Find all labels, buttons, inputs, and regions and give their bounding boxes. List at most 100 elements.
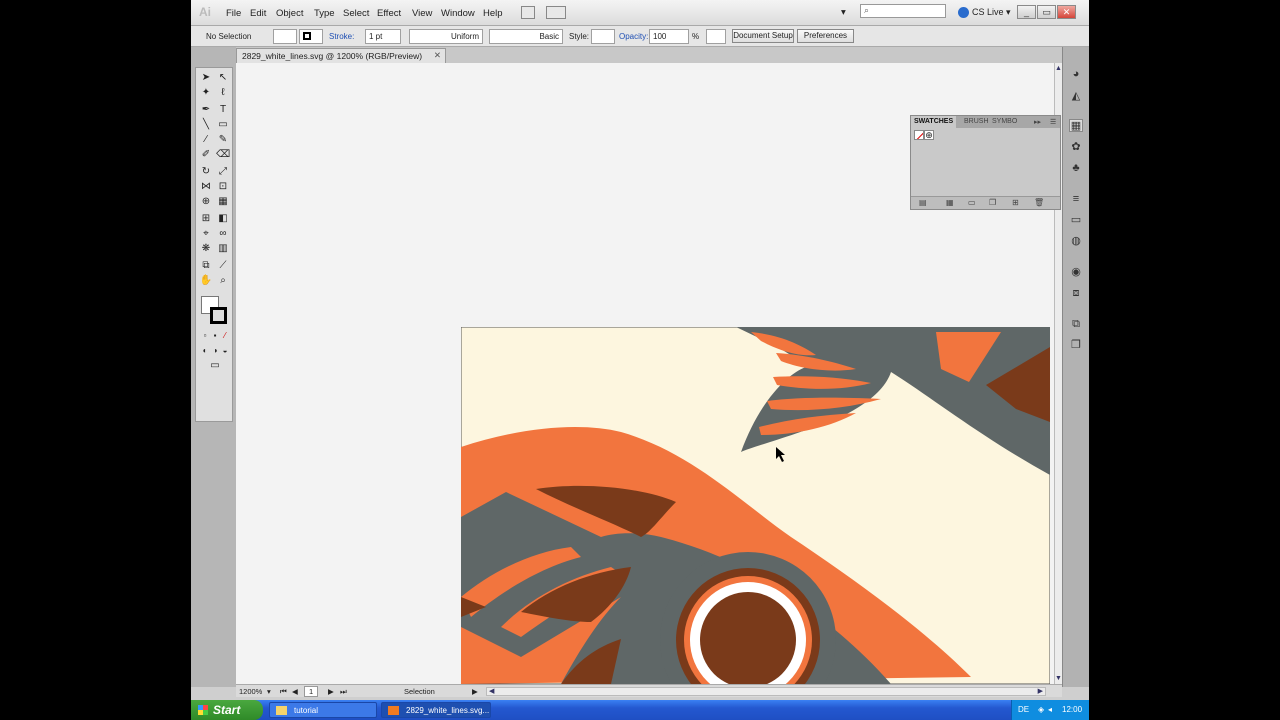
- menu-effect[interactable]: Effect: [377, 8, 401, 19]
- draw-inside-icon[interactable]: ◒: [218, 344, 232, 357]
- artboard-number[interactable]: 1: [304, 686, 319, 697]
- lasso-icon[interactable]: ℓ: [216, 86, 230, 99]
- close-button[interactable]: ✕: [1057, 5, 1076, 19]
- blend-icon[interactable]: ∞: [216, 227, 230, 240]
- swatch-libraries-icon[interactable]: ▤: [919, 198, 927, 207]
- artboard[interactable]: [461, 327, 1050, 684]
- menu-type[interactable]: Type: [314, 8, 335, 19]
- brush-definition[interactable]: Basic: [489, 29, 563, 44]
- eyedropper-icon[interactable]: ⌖: [199, 227, 213, 240]
- line-tool-icon[interactable]: ╲: [199, 118, 213, 131]
- transparency-panel-icon[interactable]: ◍: [1069, 235, 1083, 248]
- document-tab[interactable]: 2829_white_lines.svg @ 1200% (RGB/Previe…: [236, 48, 446, 63]
- first-artboard-icon[interactable]: ⏮: [280, 687, 287, 697]
- menu-edit[interactable]: Edit: [250, 8, 266, 19]
- width-tool-icon[interactable]: ⋈: [199, 180, 213, 193]
- stroke-weight-field[interactable]: 1 pt: [365, 29, 401, 44]
- gradient-panel-icon[interactable]: ▭: [1069, 214, 1083, 227]
- stroke-panel-icon[interactable]: ≡: [1069, 193, 1083, 206]
- scale-icon[interactable]: ⤢: [216, 165, 230, 178]
- minimize-button[interactable]: _: [1017, 5, 1036, 19]
- symbols-panel-icon[interactable]: ♣: [1069, 162, 1083, 175]
- search-help-input[interactable]: ⌕: [860, 4, 946, 18]
- menu-view[interactable]: View: [412, 8, 432, 19]
- zoom-dropdown-icon[interactable]: ▾: [267, 687, 271, 696]
- graphic-style-picker[interactable]: [591, 29, 615, 44]
- hand-tool-icon[interactable]: ✋: [199, 274, 213, 287]
- cs-live-button[interactable]: CS Live ▾: [958, 7, 1011, 19]
- blob-brush-icon[interactable]: ✐: [199, 148, 213, 161]
- free-transform-icon[interactable]: ⊡: [216, 180, 230, 193]
- magic-wand-icon[interactable]: ✦: [199, 86, 213, 99]
- status-menu-icon[interactable]: ▶: [472, 687, 478, 696]
- menu-window[interactable]: Window: [441, 8, 475, 19]
- rectangle-tool-icon[interactable]: ▭: [216, 118, 230, 131]
- preferences-button[interactable]: Preferences: [797, 29, 854, 43]
- selection-tool-icon[interactable]: ➤: [199, 71, 213, 84]
- horizontal-scrollbar[interactable]: ◀ ▶: [486, 687, 1046, 696]
- stroke-label[interactable]: Stroke:: [329, 32, 354, 41]
- zoom-level[interactable]: 1200%: [239, 687, 262, 696]
- language-indicator[interactable]: DE: [1018, 705, 1029, 714]
- zoom-tool-icon[interactable]: ⌕: [216, 274, 230, 287]
- stroke-color-picker[interactable]: [299, 29, 323, 44]
- panel-expand-icon[interactable]: ▸▸: [1031, 116, 1044, 128]
- new-swatch-icon[interactable]: ⊞: [1012, 198, 1019, 207]
- delete-swatch-icon[interactable]: 🗑: [1034, 198, 1044, 207]
- menu-select[interactable]: Select: [343, 8, 369, 19]
- tray-volume-icon[interactable]: ◂: [1048, 705, 1052, 714]
- menu-help[interactable]: Help: [483, 8, 503, 19]
- new-color-group-icon[interactable]: ❐: [989, 198, 996, 207]
- document-setup-button[interactable]: Document Setup: [732, 29, 794, 43]
- fill-color-picker[interactable]: [273, 29, 297, 44]
- swatch-kind-icon[interactable]: ▦: [946, 198, 954, 207]
- appearance-panel-icon[interactable]: ◉: [1069, 266, 1083, 279]
- graph-tool-icon[interactable]: ▥: [216, 242, 230, 255]
- opacity-label[interactable]: Opacity:: [619, 32, 648, 41]
- type-tool-icon[interactable]: T: [216, 103, 230, 116]
- symbol-sprayer-icon[interactable]: ❋: [199, 242, 213, 255]
- menu-file[interactable]: File: [226, 8, 241, 19]
- artboards-panel-icon[interactable]: ❐: [1069, 339, 1083, 352]
- bridge-icon[interactable]: [521, 6, 535, 19]
- brushes-panel-icon[interactable]: ✿: [1069, 141, 1083, 154]
- recolor-artwork-icon[interactable]: [706, 29, 726, 44]
- stroke-swatch[interactable]: [210, 307, 227, 324]
- gradient-icon[interactable]: ◧: [216, 212, 230, 225]
- taskbar-item-illustrator[interactable]: 2829_white_lines.svg...: [381, 702, 491, 718]
- paintbrush-icon[interactable]: ∕: [199, 133, 213, 146]
- scroll-right-icon[interactable]: ▶: [1038, 687, 1043, 695]
- menu-object[interactable]: Object: [276, 8, 303, 19]
- tab-swatches[interactable]: SWATCHES: [911, 116, 957, 128]
- artboard-tool-icon[interactable]: ⧉: [199, 259, 213, 272]
- scroll-down-icon[interactable]: ▼: [1055, 675, 1062, 682]
- tab-brushes[interactable]: BRUSH: [961, 116, 992, 128]
- panel-menu-icon[interactable]: ☰: [1047, 116, 1059, 128]
- rotate-icon[interactable]: ↻: [199, 165, 213, 178]
- swatch-options-icon[interactable]: ▭: [968, 198, 976, 207]
- none-mode-icon[interactable]: ⁄: [218, 329, 232, 342]
- scroll-left-icon[interactable]: ◀: [489, 687, 494, 695]
- color-guide-icon[interactable]: ◕: [1069, 68, 1083, 81]
- maximize-button[interactable]: ▭: [1037, 5, 1056, 19]
- slice-tool-icon[interactable]: ⟋: [216, 259, 230, 272]
- perspective-grid-icon[interactable]: ▦: [216, 195, 230, 208]
- pen-tool-icon[interactable]: ✒: [199, 103, 213, 116]
- color-panel-icon[interactable]: ◭: [1069, 90, 1083, 103]
- start-button[interactable]: Start: [191, 700, 263, 720]
- swatch-none[interactable]: [914, 130, 924, 140]
- taskbar-item-tutorial[interactable]: tutorial: [269, 702, 377, 718]
- scroll-up-icon[interactable]: ▲: [1055, 65, 1062, 72]
- graphic-styles-icon[interactable]: ⧈: [1069, 287, 1083, 300]
- tray-network-icon[interactable]: ◈: [1038, 705, 1044, 714]
- tab-symbols[interactable]: SYMBO: [989, 116, 1020, 128]
- last-artboard-icon[interactable]: ⏭: [340, 687, 347, 697]
- arrange-documents-icon[interactable]: [546, 6, 566, 19]
- workspace-dropdown-icon[interactable]: ▾: [841, 7, 846, 18]
- prev-artboard-icon[interactable]: ◀: [292, 687, 298, 696]
- swatches-panel-icon[interactable]: ▦: [1069, 119, 1083, 132]
- eraser-icon[interactable]: ⌫: [216, 148, 230, 161]
- screen-mode-icon[interactable]: ▭: [208, 359, 222, 372]
- direct-selection-icon[interactable]: ↖: [216, 71, 230, 84]
- mesh-icon[interactable]: ⊞: [199, 212, 213, 225]
